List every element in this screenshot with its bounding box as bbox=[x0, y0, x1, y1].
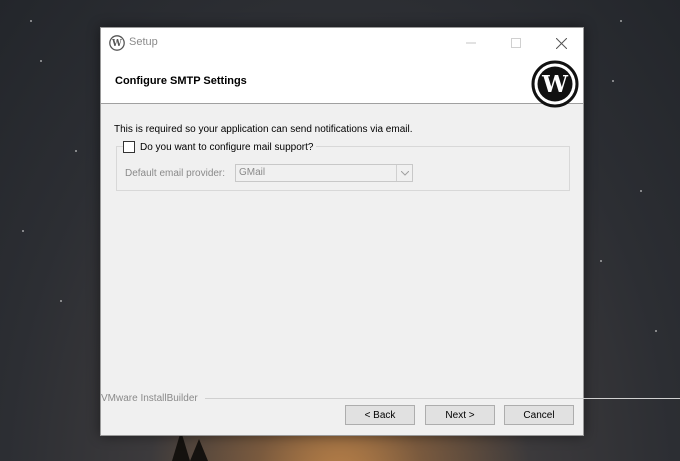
brand-divider bbox=[205, 398, 680, 399]
setup-dialog: W Setup Configure SMTP Settings W This i… bbox=[100, 27, 680, 436]
email-provider-value: GMail bbox=[239, 167, 266, 178]
mail-support-checkbox[interactable] bbox=[123, 141, 135, 153]
maximize-icon bbox=[511, 38, 521, 48]
wordpress-icon: W bbox=[109, 35, 125, 51]
page-title: Configure SMTP Settings bbox=[115, 75, 247, 87]
window-title: Setup bbox=[129, 36, 158, 48]
wordpress-logo: W bbox=[531, 60, 579, 108]
mail-support-checkbox-row[interactable]: Do you want to configure mail support? bbox=[123, 140, 317, 154]
minimize-button[interactable] bbox=[449, 28, 493, 58]
cancel-button[interactable]: Cancel bbox=[504, 405, 574, 425]
chevron-down-icon[interactable] bbox=[396, 165, 412, 181]
close-button[interactable] bbox=[539, 28, 583, 58]
back-button[interactable]: < Back bbox=[345, 405, 415, 425]
minimize-icon bbox=[466, 42, 476, 44]
installer-brand: VMware InstallBuilder bbox=[101, 393, 202, 404]
mail-support-label[interactable]: Do you want to configure mail support? bbox=[140, 142, 313, 153]
email-provider-select[interactable]: GMail bbox=[235, 164, 413, 182]
close-icon bbox=[555, 37, 567, 49]
svg-text:W: W bbox=[541, 71, 569, 98]
page-header: Configure SMTP Settings W bbox=[101, 58, 583, 108]
description-text: This is required so your application can… bbox=[114, 124, 413, 135]
next-button[interactable]: Next > bbox=[425, 405, 495, 425]
title-bar[interactable]: W Setup bbox=[101, 28, 583, 58]
svg-text:W: W bbox=[111, 39, 122, 49]
maximize-button[interactable] bbox=[494, 28, 538, 58]
email-provider-label: Default email provider: bbox=[125, 168, 226, 179]
